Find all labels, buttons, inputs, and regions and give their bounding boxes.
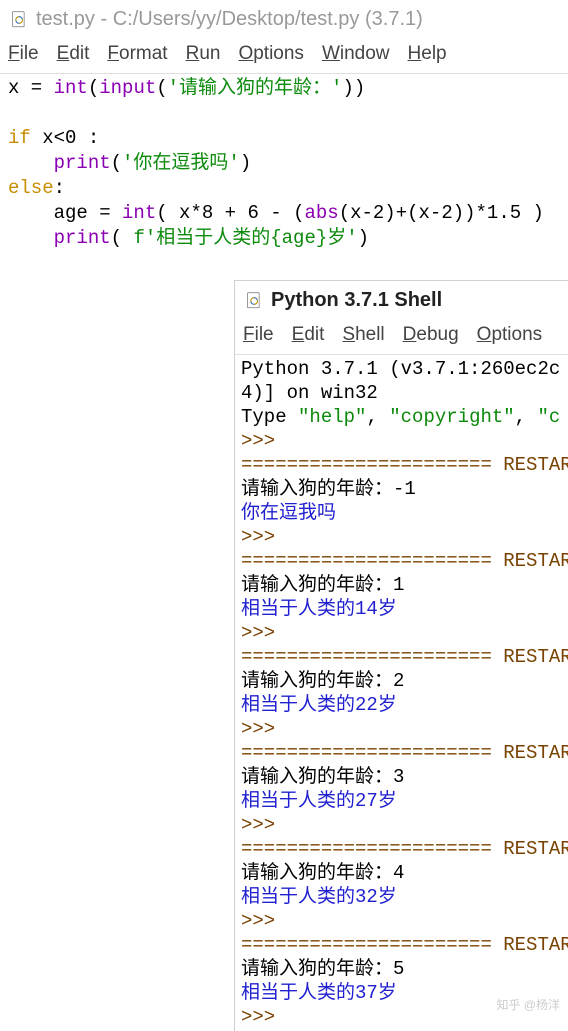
shell-input: 请输入狗的年龄：5 — [241, 958, 404, 980]
code-token: else — [8, 177, 54, 199]
shell-prompt: >>> — [241, 1006, 275, 1028]
code-token: int — [122, 202, 156, 224]
editor-code-area[interactable]: x = int(input('请输入狗的年龄：')) if x<0 : prin… — [0, 74, 568, 253]
shell-menubar: File Edit Shell Debug Options — [235, 320, 568, 354]
python-file-icon — [10, 10, 30, 30]
shell-input: 请输入狗的年龄：1 — [241, 574, 404, 596]
code-token: abs — [304, 202, 338, 224]
shell-output-area[interactable]: Python 3.7.1 (v3.7.1:260ec2c 4)] on win3… — [235, 355, 568, 1031]
code-token: ( — [111, 152, 122, 174]
code-token: x = — [8, 77, 54, 99]
shell-output: 相当于人类的14岁 — [241, 598, 397, 620]
code-token: ) — [358, 227, 369, 249]
code-token: ( — [88, 77, 99, 99]
shell-prompt: >>> — [241, 430, 275, 452]
code-token: if — [8, 127, 31, 149]
shell-header: , — [366, 406, 389, 428]
menu-options[interactable]: Options — [238, 43, 303, 65]
shell-input: 请输入狗的年龄：3 — [241, 766, 404, 788]
editor-window: test.py - C:/Users/yy/Desktop/test.py (3… — [0, 0, 568, 253]
python-file-icon — [245, 291, 265, 311]
editor-titlebar: test.py - C:/Users/yy/Desktop/test.py (3… — [0, 0, 568, 39]
shell-header: Python 3.7.1 (v3.7.1:260ec2c — [241, 358, 560, 380]
code-token: ( — [111, 227, 134, 249]
code-token: input — [99, 77, 156, 99]
code-token: ( x*8 + 6 - ( — [156, 202, 304, 224]
menu-window[interactable]: Window — [322, 43, 390, 65]
shell-restart: ====================== RESTART — [241, 550, 568, 572]
shell-header: Type — [241, 406, 298, 428]
menu-format[interactable]: Format — [107, 43, 167, 65]
shell-prompt: >>> — [241, 622, 275, 644]
code-token: '请输入狗的年龄：' — [168, 77, 343, 99]
shell-input: 请输入狗的年龄：2 — [241, 670, 404, 692]
code-token: : — [54, 177, 65, 199]
shell-prompt: >>> — [241, 526, 275, 548]
shell-input: 请输入狗的年龄：4 — [241, 862, 404, 884]
shell-restart: ====================== RESTART — [241, 742, 568, 764]
shell-input: 请输入狗的年龄：-1 — [241, 478, 416, 500]
shell-header: 4)] on win32 — [241, 382, 378, 404]
menu-help[interactable]: Help — [408, 43, 447, 65]
shell-restart: ====================== RESTART — [241, 646, 568, 668]
shell-menu-shell[interactable]: Shell — [342, 324, 384, 346]
code-token: (x-2)+(x-2))*1.5 ) — [339, 202, 544, 224]
shell-header: "c — [537, 406, 560, 428]
shell-titlebar: Python 3.7.1 Shell — [235, 281, 568, 320]
shell-menu-edit[interactable]: Edit — [292, 324, 325, 346]
code-token: f'相当于人类的{age}岁' — [133, 227, 357, 249]
menu-edit[interactable]: Edit — [57, 43, 90, 65]
watermark: 知乎 @杨洋 — [496, 996, 560, 1013]
shell-header: , — [515, 406, 538, 428]
shell-output: 相当于人类的22岁 — [241, 694, 397, 716]
shell-header: "help" — [298, 406, 366, 428]
code-token: )) — [342, 77, 365, 99]
code-token: x<0 : — [31, 127, 99, 149]
shell-prompt: >>> — [241, 718, 275, 740]
shell-menu-file[interactable]: File — [243, 324, 274, 346]
menu-file[interactable]: File — [8, 43, 39, 65]
code-token: ( — [156, 77, 167, 99]
shell-prompt: >>> — [241, 910, 275, 932]
code-token: print — [54, 152, 111, 174]
editor-title: test.py - C:/Users/yy/Desktop/test.py (3… — [36, 8, 423, 31]
shell-output: 你在逗我吗 — [241, 502, 336, 524]
shell-header: "copyright" — [389, 406, 514, 428]
shell-restart: ====================== RESTART — [241, 934, 568, 956]
menu-run[interactable]: Run — [186, 43, 221, 65]
code-token — [8, 152, 54, 174]
shell-output: 相当于人类的32岁 — [241, 886, 397, 908]
shell-output: 相当于人类的37岁 — [241, 982, 397, 1004]
editor-menubar: File Edit Format Run Options Window Help — [0, 39, 568, 73]
shell-menu-debug[interactable]: Debug — [403, 324, 459, 346]
shell-menu-options[interactable]: Options — [477, 324, 542, 346]
code-token: int — [54, 77, 88, 99]
shell-prompt: >>> — [241, 814, 275, 836]
code-token: print — [54, 227, 111, 249]
shell-restart: ====================== RESTART — [241, 838, 568, 860]
shell-title: Python 3.7.1 Shell — [271, 289, 442, 312]
code-token: '你在逗我吗' — [122, 152, 240, 174]
code-token: age = — [8, 202, 122, 224]
shell-output: 相当于人类的27岁 — [241, 790, 397, 812]
code-token — [8, 227, 54, 249]
shell-window: Python 3.7.1 Shell File Edit Shell Debug… — [234, 280, 568, 1031]
shell-restart: ====================== RESTART — [241, 454, 568, 476]
code-token: ) — [240, 152, 251, 174]
